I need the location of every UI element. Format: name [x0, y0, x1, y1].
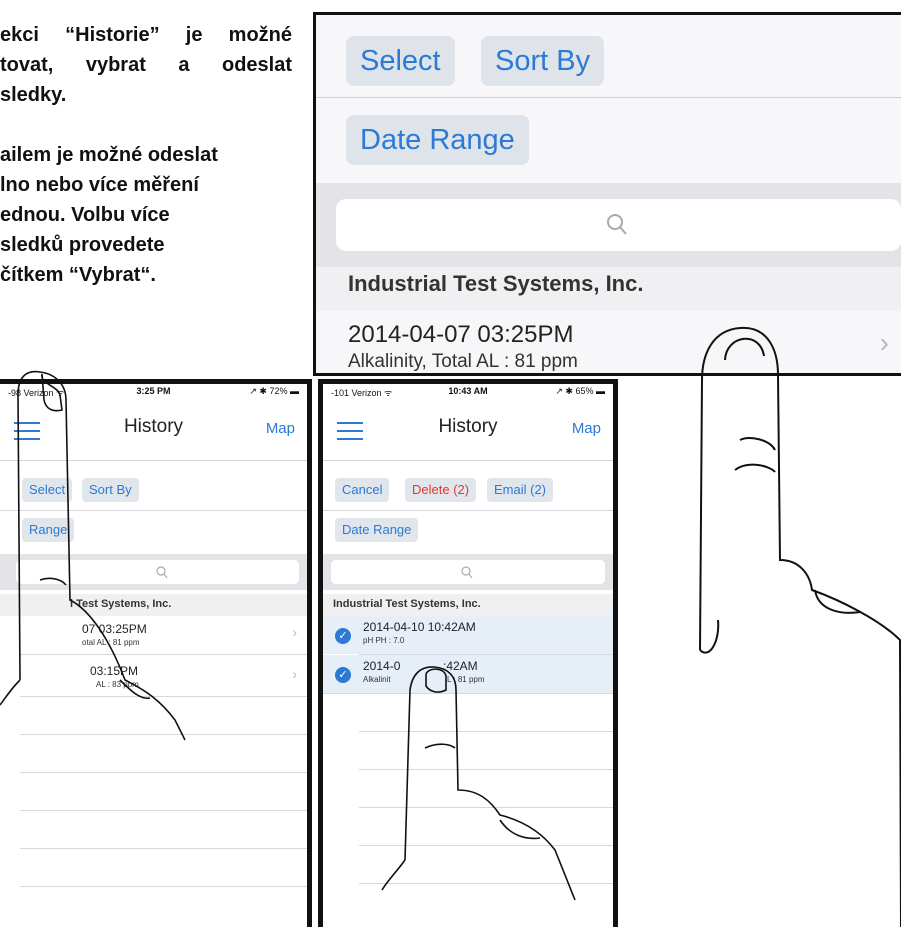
email-button[interactable]: Email (2): [487, 478, 554, 502]
section-header-label: l Test Systems, Inc.: [70, 598, 172, 610]
search-icon: [156, 566, 168, 579]
status-bar: -101 Verizon ᯤ 10:43 AM ↗ ✱ 65% ▬: [331, 386, 605, 400]
divider: [323, 510, 613, 511]
map-button[interactable]: Map: [266, 420, 295, 437]
result-row-subtitle: Alkalinity, Total AL : 81 ppm: [348, 351, 578, 372]
nav-bar: History Map: [323, 402, 613, 461]
delete-button[interactable]: Delete (2): [405, 478, 477, 502]
phone-screen-history: -98 Verizon ᯤ 3:25 PM ↗ ✱ 72% ▬ History …: [0, 379, 312, 927]
phone-screen-history-edit: -101 Verizon ᯤ 10:43 AM ↗ ✱ 65% ▬ Histor…: [318, 379, 618, 927]
date-range-button[interactable]: Date Range: [335, 518, 419, 542]
instruction-line: ailem je možné odeslat: [0, 144, 218, 166]
chevron-right-icon: ›: [879, 327, 889, 358]
instruction-line: čítkem “Vybrat“.: [0, 264, 156, 286]
search-icon: [607, 214, 627, 235]
date-range-button[interactable]: Range: [22, 518, 75, 542]
date-range-button[interactable]: Date Range: [346, 115, 529, 165]
sort-by-button[interactable]: Sort By: [82, 478, 139, 502]
page-title: History: [438, 416, 498, 437]
result-row-title[interactable]: 2014-04-07 03:25PM: [348, 321, 574, 349]
select-button[interactable]: Select: [22, 478, 73, 502]
instruction-paragraph-2: ailem je možné odeslat lno nebo více měř…: [0, 140, 300, 290]
zoomed-history-panel: Select Sort By Date Range Industrial Tes…: [313, 12, 901, 376]
instruction-line: lno nebo více měření: [0, 174, 199, 196]
result-row-subtitle: pH PH : 7.0: [363, 636, 405, 645]
chevron-right-icon: ›: [292, 624, 297, 640]
divider: [359, 731, 613, 732]
divider: [20, 772, 307, 773]
divider: [359, 845, 613, 846]
page-title: History: [123, 416, 184, 437]
divider: [20, 810, 307, 811]
result-row-title: 2014-04-10 10:42AM: [363, 620, 476, 634]
section-header-label: Industrial Test Systems, Inc.: [333, 598, 481, 610]
select-button[interactable]: Select: [346, 36, 455, 86]
status-bar: -98 Verizon ᯤ 3:25 PM ↗ ✱ 72% ▬: [8, 386, 299, 400]
instruction-line: ednou. Volbu více: [0, 204, 170, 226]
result-row-subtitle: Alkalinit: [363, 675, 391, 684]
sort-by-button[interactable]: Sort By: [481, 36, 605, 86]
divider: [20, 696, 307, 697]
instruction-line: sledků provedete: [0, 234, 165, 256]
divider: [359, 769, 613, 770]
section-header-label: Industrial Test Systems, Inc.: [348, 271, 644, 296]
divider: [359, 883, 613, 884]
instruction-line: tovat, vybrat a odeslat: [0, 54, 292, 76]
result-row-title-end: :42AM: [443, 659, 478, 673]
search-input[interactable]: [331, 560, 605, 584]
search-input[interactable]: [16, 560, 299, 584]
result-row-subtitle-end: L : 81 ppm: [447, 675, 485, 684]
checkmark-circle-icon[interactable]: ✓: [335, 667, 351, 683]
nav-bar: History Map: [0, 402, 307, 461]
instruction-paragraph-1: ekci “Historie” je možné tovat, vybrat a…: [0, 20, 292, 110]
result-row-title: 2014-0: [363, 659, 401, 673]
divider: [20, 848, 307, 849]
divider: [20, 886, 307, 887]
checkmark-circle-icon[interactable]: ✓: [335, 628, 351, 644]
divider: [0, 510, 307, 511]
result-row-title[interactable]: 03:15PM: [90, 664, 138, 678]
chevron-right-icon: ›: [292, 666, 297, 682]
search-icon: [461, 566, 473, 579]
instruction-line: ekci “Historie” je možné: [0, 24, 292, 46]
result-row-subtitle: AL : 83 ppm: [96, 680, 139, 689]
search-input[interactable]: [336, 199, 901, 251]
battery-indicator: ↗ ✱ 65% ▬: [555, 386, 605, 396]
instruction-line: sledky.: [0, 84, 67, 106]
divider: [323, 693, 613, 694]
divider: [359, 807, 613, 808]
divider: [20, 654, 307, 655]
map-button[interactable]: Map: [572, 420, 601, 437]
battery-indicator: ↗ ✱ 72% ▬: [249, 386, 299, 396]
divider: [316, 97, 901, 98]
cancel-button[interactable]: Cancel: [335, 478, 390, 502]
result-row-subtitle: otal AL : 81 ppm: [82, 638, 140, 647]
divider: [20, 734, 307, 735]
result-row-title[interactable]: 07 03:25PM: [82, 622, 147, 636]
